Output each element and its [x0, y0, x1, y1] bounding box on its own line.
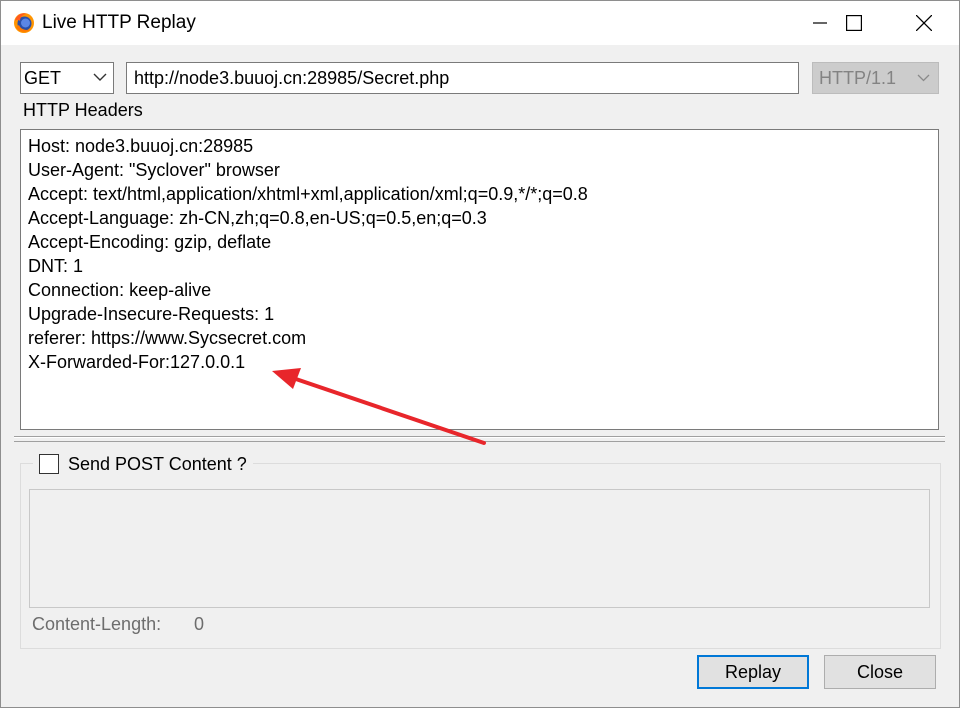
chevron-down-icon — [93, 73, 107, 81]
header-line: referer: https://www.Sycsecret.com — [28, 328, 307, 348]
send-post-checkbox[interactable] — [39, 454, 59, 474]
header-line: Connection: keep-alive — [28, 280, 212, 300]
post-content-toggle[interactable]: Send POST Content ? — [33, 451, 253, 477]
send-post-label: Send POST Content ? — [68, 453, 247, 474]
http-headers-label: HTTP Headers — [23, 100, 143, 120]
live-http-replay-window: Live HTTP Replay GET HTTP/1.1 — [0, 0, 960, 708]
http-headers-textarea[interactable]: Host: node3.buuoj.cn:28985 User-Agent: "… — [20, 129, 939, 430]
header-line: Accept-Language: zh-CN,zh;q=0.8,en-US;q=… — [28, 208, 487, 228]
url-input[interactable] — [126, 62, 799, 94]
window-title: Live HTTP Replay — [42, 12, 196, 33]
splitter-line — [14, 441, 945, 442]
http-version-value: HTTP/1.1 — [819, 68, 897, 88]
header-line: DNT: 1 — [28, 256, 84, 276]
minimize-icon — [813, 22, 827, 24]
content-length-label: Content-Length: — [32, 614, 162, 634]
title-bar: Live HTTP Replay — [1, 1, 959, 45]
splitter-highlight — [14, 437, 945, 438]
maximize-icon — [846, 15, 862, 31]
close-window-button[interactable] — [901, 1, 947, 45]
header-line: Accept: text/html,application/xhtml+xml,… — [28, 184, 588, 204]
header-line: User-Agent: "Syclover" browser — [28, 160, 280, 180]
method-value: GET — [24, 68, 62, 88]
replay-button[interactable]: Replay — [697, 655, 809, 689]
method-select[interactable]: GET — [20, 62, 114, 94]
http-version-select[interactable]: HTTP/1.1 — [812, 62, 939, 94]
close-icon — [916, 15, 932, 31]
header-line: X-Forwarded-For:127.0.0.1 — [28, 352, 246, 372]
header-line: Upgrade-Insecure-Requests: 1 — [28, 304, 275, 324]
header-line: Host: node3.buuoj.cn:28985 — [28, 136, 254, 156]
post-content-textarea[interactable] — [29, 489, 930, 608]
header-line: Accept-Encoding: gzip, deflate — [28, 232, 272, 252]
chevron-down-icon — [917, 74, 930, 82]
maximize-button[interactable] — [831, 1, 877, 45]
close-button[interactable]: Close — [824, 655, 936, 689]
content-length-value: 0 — [194, 614, 205, 634]
firefox-icon — [14, 13, 34, 33]
